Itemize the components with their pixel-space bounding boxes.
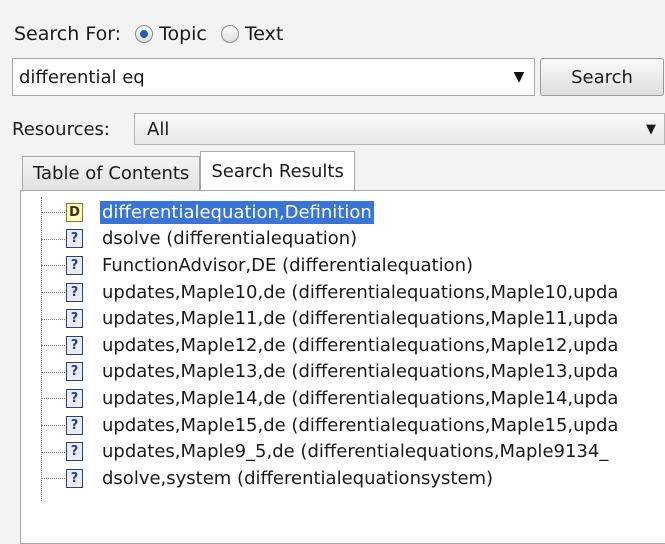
tab-table-of-contents[interactable]: Table of Contents (22, 156, 201, 190)
help-search-panel: Search For: Topic Text ▼ Search Resource… (0, 0, 665, 544)
tree-connector (41, 265, 65, 267)
resources-label: Resources: (12, 118, 110, 140)
search-for-row: Search For: Topic Text (14, 18, 283, 50)
list-item-label: dsolve,system (differentialequationsyste… (102, 467, 494, 489)
search-input[interactable] (13, 65, 504, 89)
list-item[interactable]: ? updates,Maple11,de (differentialequatio… (21, 305, 665, 332)
radio-topic-button[interactable] (135, 25, 154, 43)
list-item[interactable]: ? updates,Maple10,de (differentialequatio… (21, 279, 665, 306)
resources-selected-value: All (147, 118, 170, 140)
list-item[interactable]: ? updates,Maple14,de (differentialequatio… (21, 385, 665, 412)
tree-connector (41, 425, 65, 427)
list-item[interactable]: Ddifferentialequation,Definition (21, 199, 665, 226)
list-item[interactable]: ? dsolve (differentialequation) (21, 226, 665, 253)
radio-topic[interactable]: Topic (135, 23, 207, 45)
resources-row: Resources: All ▼ (12, 113, 665, 145)
list-item[interactable]: ? updates,Maple13,de (differentialequatio… (21, 359, 665, 386)
search-for-label: Search For: (14, 23, 122, 45)
search-results-tree[interactable]: Ddifferentialequation,Definition? dsolve … (20, 190, 665, 544)
tree-connector (41, 292, 65, 294)
tree-connector (41, 478, 65, 480)
list-item[interactable]: ? updates,Maple12,de (differentialequatio… (21, 332, 665, 359)
tab-search-results[interactable]: Search Results (200, 151, 355, 191)
help-page-icon: ? (66, 442, 83, 462)
list-item-label: FunctionAdvisor,DE (differentialequation… (102, 254, 474, 276)
tree-connector (41, 398, 65, 400)
tree-connector (41, 238, 65, 240)
list-item-label: updates,Maple12,de (differentialequation… (102, 334, 619, 356)
list-item-label: updates,Maple11,de (differentialequation… (102, 308, 619, 330)
help-page-icon: ? (66, 468, 83, 488)
chevron-down-icon[interactable]: ▼ (504, 59, 534, 95)
tab-strip: Table of Contents Search Results (22, 150, 355, 191)
help-page-icon: ? (66, 282, 83, 302)
tree-connector (41, 212, 65, 214)
tree-connector (41, 451, 65, 453)
results-list: Ddifferentialequation,Definition? dsolve … (21, 199, 665, 492)
list-item-label: differentialequation,Definition (100, 200, 374, 224)
help-page-icon: ? (66, 229, 83, 249)
list-item[interactable]: ? updates,Maple9_5,de (differentialequati… (21, 438, 665, 465)
search-button[interactable]: Search (540, 58, 664, 96)
definition-icon: D (66, 202, 83, 222)
help-page-icon: ? (66, 309, 83, 329)
list-item-label: dsolve (differentialequation) (102, 228, 358, 250)
list-item-label: updates,Maple10,de (differentialequation… (102, 281, 619, 303)
list-item[interactable]: ? updates,Maple15,de (differentialequatio… (21, 412, 665, 439)
help-page-icon: ? (66, 415, 83, 435)
list-item[interactable]: ? FunctionAdvisor,DE (differentialequatio… (21, 252, 665, 279)
help-page-icon: ? (66, 362, 83, 382)
tree-connector (41, 345, 65, 347)
tree-connector (41, 371, 65, 373)
help-page-icon: ? (66, 335, 83, 355)
tree-connector (41, 318, 65, 320)
list-item[interactable]: ? dsolve,system (differentialequationsyst… (21, 465, 665, 492)
radio-topic-label: Topic (159, 23, 207, 45)
radio-text-button[interactable] (220, 25, 239, 43)
list-item-label: updates,Maple13,de (differentialequation… (102, 361, 619, 383)
list-item-label: updates,Maple14,de (differentialequation… (102, 387, 619, 409)
radio-text-label: Text (244, 23, 284, 45)
list-item-label: updates,Maple15,de (differentialequation… (102, 414, 619, 436)
radio-text[interactable]: Text (220, 23, 284, 45)
help-page-icon: ? (66, 388, 83, 408)
resources-select[interactable]: All ▼ (134, 113, 665, 145)
list-item-label: updates,Maple9_5,de (differentialequatio… (102, 441, 609, 463)
chevron-down-icon[interactable]: ▼ (638, 122, 664, 137)
search-query-combo[interactable]: ▼ (12, 58, 535, 96)
help-page-icon: ? (66, 255, 83, 275)
